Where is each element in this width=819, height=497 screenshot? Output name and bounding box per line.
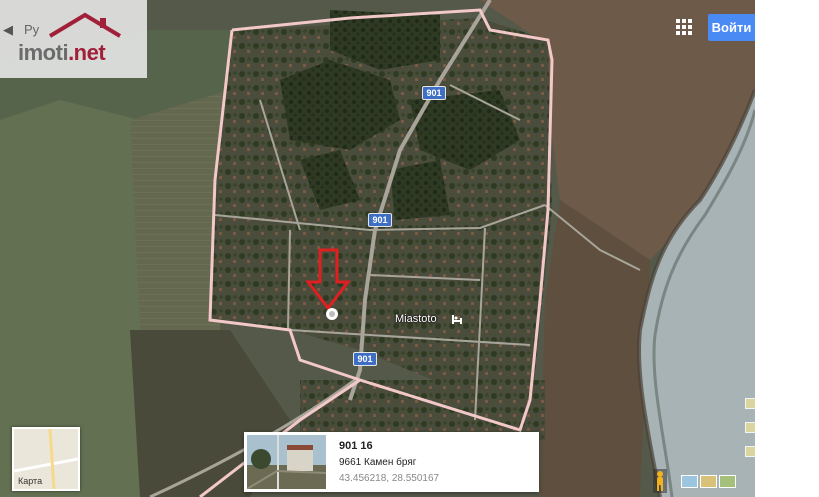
language-label[interactable]: Ру	[24, 22, 39, 37]
street-view-thumbnail[interactable]	[247, 435, 326, 489]
logo-tld: .net	[68, 40, 106, 65]
road-shield-901-north: 901	[422, 86, 446, 100]
signin-button[interactable]: Войти	[708, 14, 755, 41]
info-title: 901 16	[339, 440, 373, 452]
minimap-label: Карта	[18, 476, 43, 486]
back-arrow-icon[interactable]: ◀	[2, 20, 14, 40]
poi-label[interactable]: Miastoto	[395, 313, 437, 325]
layer-satellite-icon[interactable]	[681, 475, 698, 488]
location-info-card[interactable]: 901 16 9661 Камен бряг 43.456218, 28.550…	[244, 432, 539, 492]
info-coordinates: 43.456218, 28.550167	[339, 473, 440, 484]
layer-map-icon[interactable]	[719, 475, 736, 488]
satellite-map[interactable]: ◀ Ру imoti.net Войти 901 901 901 Miastot…	[0, 0, 755, 497]
map-mode-toggle[interactable]: Карта	[12, 427, 80, 491]
layer-terrain-icon[interactable]	[700, 475, 717, 488]
zoom-out-icon[interactable]	[745, 422, 755, 433]
hotel-icon[interactable]	[452, 315, 462, 324]
pegman-icon[interactable]	[653, 469, 667, 493]
logo-name: imoti	[18, 40, 69, 65]
street-view-photo	[247, 435, 326, 489]
compass-icon[interactable]	[745, 446, 755, 457]
apps-grid-icon[interactable]	[676, 19, 692, 35]
house-roof-icon	[48, 12, 122, 38]
site-logo[interactable]: imoti.net	[18, 40, 106, 66]
info-address: 9661 Камен бряг	[339, 457, 417, 468]
road-shield-901-south: 901	[353, 352, 377, 366]
road-shield-901-center: 901	[368, 213, 392, 227]
zoom-in-icon[interactable]	[745, 398, 755, 409]
logo-panel[interactable]: ◀ Ру imoti.net	[0, 0, 147, 78]
